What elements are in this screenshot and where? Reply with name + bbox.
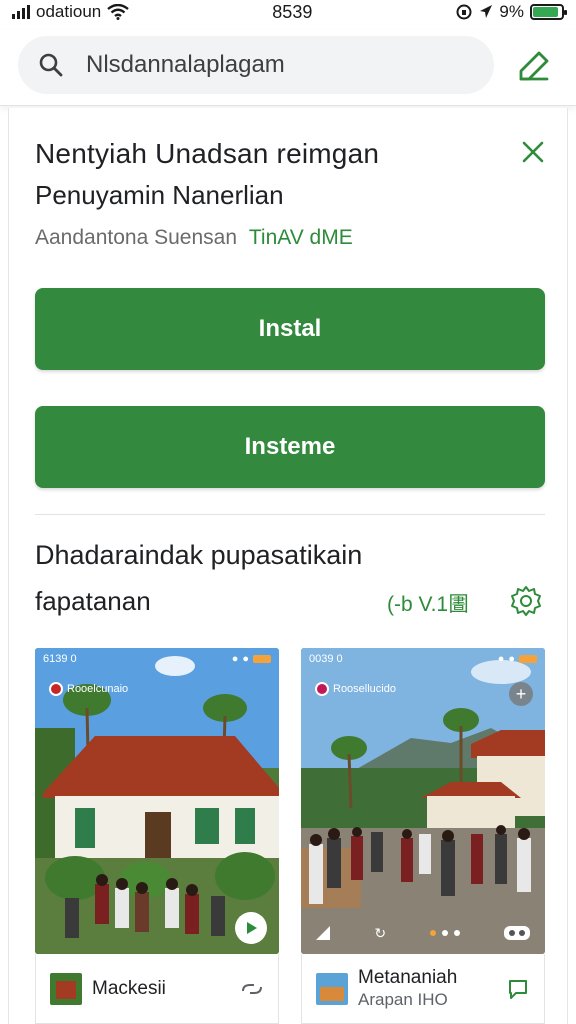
developer-line: Aandantona Suensan TinAV dME [35,226,353,250]
screenshot-label: Rooelcunaio [49,682,128,696]
settings-icon[interactable] [509,584,543,618]
edit-icon[interactable] [516,50,550,84]
battery-icon [253,655,271,663]
close-icon[interactable] [519,138,547,166]
section-subtitle: fapatanan [35,586,151,616]
app-thumbnail [316,972,348,1005]
location-icon [480,5,493,18]
battery-icon [519,655,537,663]
secondary-action-button[interactable]: Insteme [35,406,545,488]
search-icon[interactable] [38,52,64,78]
link-icon[interactable] [240,977,264,1001]
battery-percent: 9% [499,2,524,21]
profile-icon [49,682,63,696]
status-left: odatioun [12,2,129,22]
screenshot-status-bar: 6139 0 ● ● [35,648,279,670]
divider [35,514,545,515]
screenshot-time: 6139 0 [43,653,77,665]
app-title: Nentyiah Unadsan reimgan [35,138,380,169]
signal-icon [12,5,30,19]
app-details-card: Nentyiah Unadsan reimgan Penuyamin Naner… [8,108,568,1024]
status-bar: odatioun 8539 9% [0,0,576,24]
tag-icon[interactable] [315,925,331,941]
screenshot-1[interactable]: 6139 0 ● ● Rooelcunaio [35,648,279,954]
search-input[interactable] [86,51,466,79]
list-item-title: Metananiah [358,966,458,988]
screenshot-time: 0039 0 [309,653,343,665]
vr-icon[interactable] [503,924,531,942]
battery-icon [529,4,567,20]
page-dots [429,930,460,936]
search-header [0,30,576,106]
list-item[interactable]: Metananiah Arapan IHO [301,954,545,1024]
install-button[interactable]: Instal [35,288,545,370]
add-button[interactable]: + [509,682,533,706]
screenshot-2[interactable]: 0039 0 ● ● Roosellucido + ↻ [301,648,545,954]
screenshot-status-bar: 0039 0 ● ● [301,648,545,670]
section-title: Dhadaraindak pupasatikain [35,540,363,570]
screenshot-label: Roosellucido [315,682,396,696]
list-item-title: Mackesii [92,977,166,999]
search-box[interactable] [18,36,494,94]
screenshot-status-icons: ● ● [498,653,537,665]
status-right: 9% [455,2,567,22]
play-button[interactable] [235,912,267,944]
wifi-icon [107,4,129,20]
app-subtitle: Penuyamin Nanerlian [35,180,284,210]
edit-button[interactable] [512,46,554,88]
screenshot-status-icons: ● ● [232,653,271,665]
lock-rotation-icon [456,4,472,20]
chat-icon[interactable] [506,977,530,1001]
app-thumbnail [50,972,82,1005]
carrier-name: odatioun [36,2,102,21]
play-icon[interactable] [244,921,258,935]
developer-badge: TinAV dME [248,226,353,249]
version-label: (-b V.1圕 [387,593,470,616]
battery-fill [532,7,559,17]
status-time: 8539 [272,1,313,22]
list-item[interactable]: Mackesii [35,954,279,1024]
list-item-subtitle: Arapan IHO [358,989,448,1009]
profile-icon [315,682,329,696]
list-item-text: Metananiah Arapan IHO [358,967,457,1011]
replay-icon[interactable]: ↻ [374,925,386,942]
developer-name[interactable]: Aandantona Suensan [35,226,237,249]
media-controls: ↻ [301,918,545,948]
